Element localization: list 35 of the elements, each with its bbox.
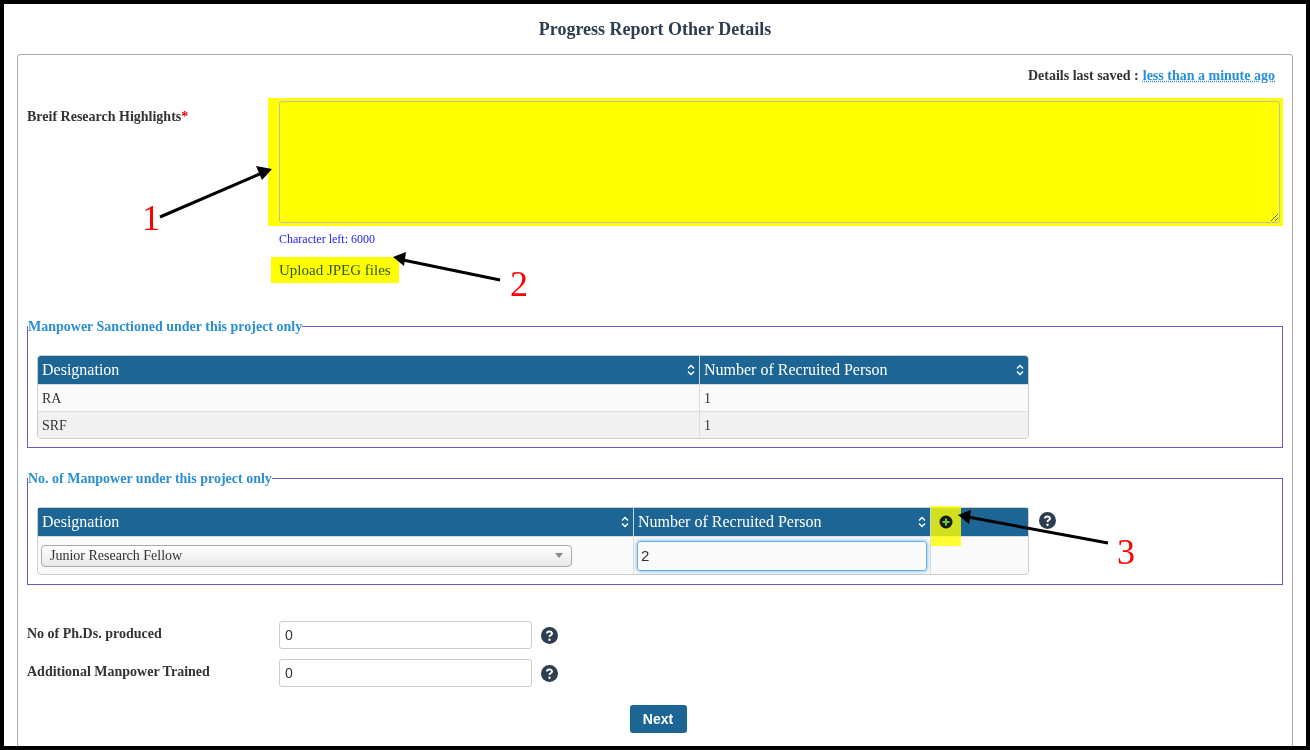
- last-saved-label: Details last saved :: [1027, 67, 1139, 85]
- table-cell-text: 1: [703, 389, 712, 408]
- field-label: No of Ph.Ds. produced: [27, 625, 163, 643]
- upload-button[interactable]: Upload JPEG files: [271, 257, 399, 283]
- designation-select[interactable]: Junior Research Fellow: [41, 544, 572, 567]
- help-icon[interactable]: [1039, 512, 1056, 529]
- page-title: Progress Report Other Details: [538, 18, 772, 41]
- fieldset-legend: Manpower Sanctioned under this project only: [28, 316, 303, 337]
- help-icon[interactable]: [541, 627, 558, 644]
- help-icon[interactable]: [541, 665, 558, 682]
- add-row-button[interactable]: [931, 506, 961, 546]
- column-header[interactable]: Number of Recruited Person: [634, 508, 931, 536]
- sort-icon[interactable]: [621, 516, 629, 528]
- caret-icon: [555, 553, 563, 558]
- character-counter: Character left: 6000: [279, 231, 375, 248]
- field-label: Breif Research Highlights*: [27, 109, 189, 124]
- last-saved-link[interactable]: less than a minute ago: [1142, 65, 1275, 86]
- annotation-number: 3: [1117, 534, 1135, 570]
- table-cell: SRF: [38, 412, 700, 438]
- table-cell-text: 1: [703, 416, 712, 435]
- plus-circle-icon: [939, 515, 953, 529]
- annotation-number: 1: [142, 200, 160, 236]
- annotation-number: 2: [510, 266, 528, 302]
- fieldset-legend: No. of Manpower under this project only: [28, 468, 272, 489]
- sort-icon[interactable]: [918, 516, 926, 528]
- number-input[interactable]: 0: [279, 659, 532, 687]
- next-button[interactable]: Next: [629, 705, 687, 733]
- sort-icon[interactable]: [687, 364, 695, 376]
- sort-icon[interactable]: [1016, 364, 1024, 376]
- column-header[interactable]: Number of Recruited Person: [700, 356, 1028, 384]
- column-header[interactable]: Designation: [38, 356, 700, 384]
- count-input[interactable]: 2: [637, 540, 927, 571]
- column-header[interactable]: Designation: [38, 508, 634, 536]
- field-label: Additional Manpower Trained: [27, 663, 211, 681]
- number-input[interactable]: 0: [279, 621, 532, 649]
